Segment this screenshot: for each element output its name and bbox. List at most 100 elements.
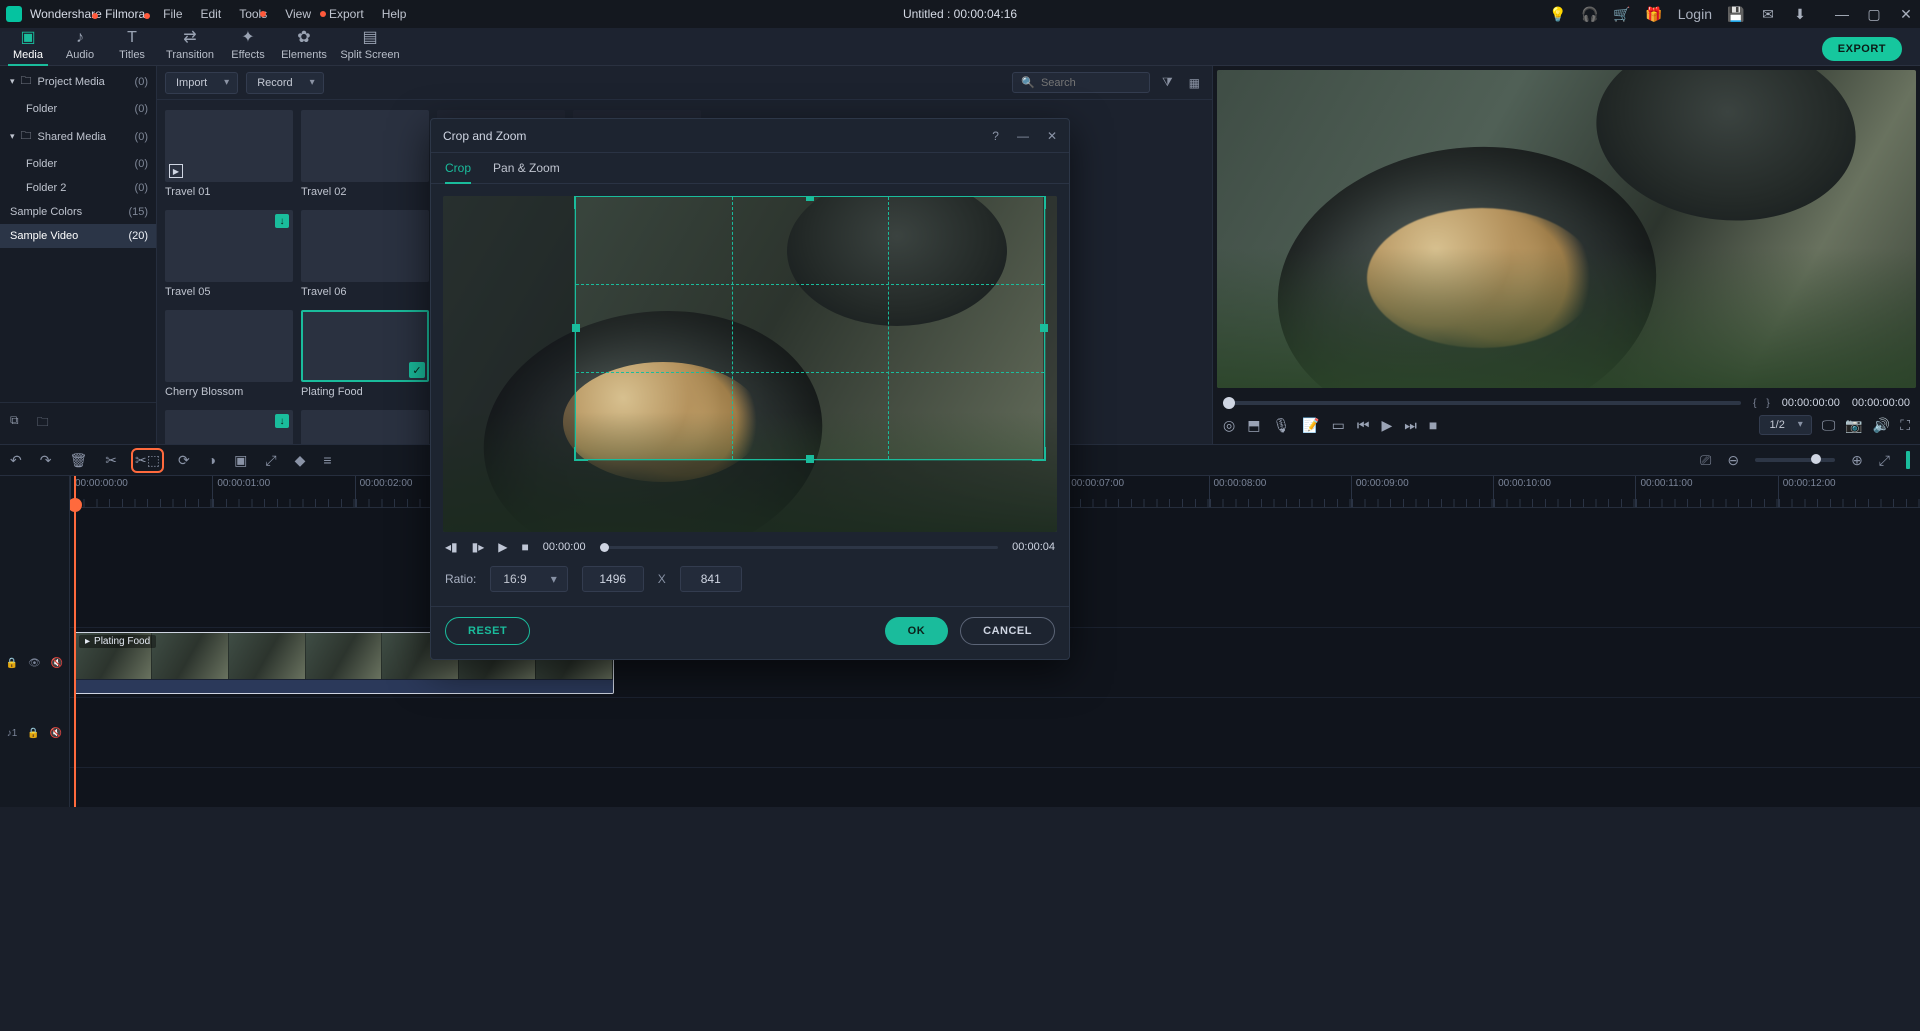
- preview-zoom-dropdown[interactable]: 1/2: [1759, 415, 1812, 435]
- audio-track[interactable]: [70, 698, 1920, 768]
- sidebar-item-project-media[interactable]: ▾🗀Project Media(0): [0, 66, 156, 97]
- tab-transition[interactable]: ⇄Transition: [158, 27, 222, 65]
- volume-icon[interactable]: 🔊: [1873, 417, 1890, 434]
- mute-icon[interactable]: 🔇: [51, 658, 63, 669]
- sidebar-item-shared-media[interactable]: ▾🗀Shared Media(0): [0, 121, 156, 152]
- help-icon[interactable]: ?: [992, 129, 999, 143]
- lock-icon[interactable]: 🔒: [6, 658, 18, 669]
- thumbnail-image[interactable]: ↓: [165, 410, 293, 444]
- crop-preview[interactable]: [443, 196, 1057, 532]
- monitor-icon[interactable]: 🖵: [1822, 417, 1836, 434]
- audio-track-header[interactable]: ♪1 🔒 🔇: [0, 698, 69, 768]
- media-thumbnail[interactable]: ↓Travel 05: [165, 210, 293, 304]
- redo-icon[interactable]: ↷: [40, 452, 52, 469]
- record-dropdown[interactable]: Record: [246, 72, 323, 94]
- crop-handle[interactable]: [806, 196, 814, 201]
- mark-out-icon[interactable]: }: [1766, 398, 1769, 409]
- boundary-icon[interactable]: ▭: [1332, 417, 1345, 434]
- mixer-icon[interactable]: ⎚: [1700, 452, 1711, 469]
- crop-scrubber[interactable]: [600, 546, 999, 549]
- tab-titles[interactable]: TTitles: [106, 29, 158, 65]
- thumbnail-image[interactable]: [165, 310, 293, 382]
- folder-plus-icon[interactable]: 🗀: [37, 413, 49, 434]
- motion-icon[interactable]: ⤢: [265, 452, 276, 469]
- color-icon[interactable]: ◑: [208, 452, 216, 468]
- crop-handle[interactable]: [806, 455, 814, 463]
- sidebar-item-folder[interactable]: Folder(0): [0, 152, 156, 176]
- preview-viewport[interactable]: [1217, 70, 1916, 388]
- media-thumbnail[interactable]: Cherry Blossom: [165, 310, 293, 404]
- step-forward-icon[interactable]: ▮▸: [472, 540, 485, 554]
- zoom-out-icon[interactable]: ⊖: [1727, 452, 1739, 469]
- search-box[interactable]: 🔍: [1012, 72, 1150, 93]
- step-back-icon[interactable]: ◂▮: [445, 540, 458, 554]
- expand-icon[interactable]: ⛶: [1900, 417, 1910, 434]
- tab-effects[interactable]: ✦Effects: [222, 27, 274, 65]
- crop-height-input[interactable]: 841: [680, 566, 742, 592]
- media-thumbnail[interactable]: Travel 06: [301, 210, 429, 304]
- play-icon[interactable]: ▶: [1382, 417, 1393, 434]
- delete-icon[interactable]: 🗑: [69, 452, 87, 469]
- media-thumbnail[interactable]: ▶Travel 01: [165, 110, 293, 204]
- sidebar-item-folder-2[interactable]: Folder 2(0): [0, 176, 156, 200]
- tab-media[interactable]: ▣Media: [2, 27, 54, 65]
- new-folder-icon[interactable]: ⧉: [10, 413, 19, 434]
- voiceover-icon[interactable]: 🎙: [1272, 417, 1290, 434]
- tab-split-screen[interactable]: ▤Split Screen: [334, 27, 406, 65]
- thumbnail-image[interactable]: [301, 410, 429, 444]
- tab-crop[interactable]: Crop: [445, 161, 471, 183]
- mail-icon[interactable]: ✉: [1760, 6, 1776, 22]
- tab-elements[interactable]: ✿Elements: [274, 27, 334, 65]
- import-dropdown[interactable]: Import: [165, 72, 238, 94]
- media-thumbnail[interactable]: ✓Plating Food: [301, 310, 429, 404]
- video-track-header[interactable]: 🔒 👁 🔇: [0, 628, 69, 698]
- crop-width-input[interactable]: 1496: [582, 566, 644, 592]
- zoom-in-icon[interactable]: ⊕: [1851, 452, 1863, 469]
- sidebar-item-sample-colors[interactable]: Sample Colors(15): [0, 200, 156, 224]
- tab-pan-zoom[interactable]: Pan & Zoom: [493, 161, 560, 183]
- play-icon[interactable]: ▶: [498, 540, 507, 554]
- export-button[interactable]: EXPORT: [1822, 37, 1902, 61]
- idea-icon[interactable]: 💡: [1550, 6, 1566, 22]
- media-thumbnail[interactable]: ↓: [165, 410, 293, 444]
- preview-scrubber[interactable]: [1223, 401, 1741, 405]
- reset-button[interactable]: RESET: [445, 617, 530, 645]
- thumbnail-image[interactable]: [301, 210, 429, 282]
- thumbnail-image[interactable]: ↓: [165, 210, 293, 282]
- menu-export[interactable]: Export: [329, 7, 364, 21]
- crop-icon[interactable]: ✂⬚: [135, 452, 160, 469]
- auto-reframe-icon[interactable]: ◎: [1223, 417, 1235, 434]
- thumbnail-image[interactable]: ▶: [165, 110, 293, 182]
- notes-icon[interactable]: 📝: [1302, 417, 1319, 434]
- media-thumbnail[interactable]: [301, 410, 429, 444]
- download-badge-icon[interactable]: ↓: [275, 414, 289, 428]
- eye-icon[interactable]: 👁: [28, 658, 41, 669]
- stop-icon[interactable]: ■: [522, 540, 529, 554]
- zoom-fit-icon[interactable]: ⤢: [1879, 452, 1890, 469]
- marker-icon[interactable]: ⬒: [1247, 417, 1260, 434]
- sidebar-item-folder[interactable]: Folder(0): [0, 97, 156, 121]
- undo-icon[interactable]: ↶: [10, 452, 22, 469]
- save-icon[interactable]: 💾: [1728, 6, 1744, 22]
- grid-view-icon[interactable]: ▦: [1185, 76, 1204, 90]
- playhead[interactable]: [74, 476, 76, 807]
- dialog-close-icon[interactable]: ✕: [1047, 129, 1057, 143]
- tab-audio[interactable]: ♪Audio: [54, 29, 106, 65]
- menu-edit[interactable]: Edit: [201, 7, 222, 21]
- step-forward-icon[interactable]: ⏭: [1404, 417, 1417, 434]
- cancel-button[interactable]: CANCEL: [960, 617, 1055, 645]
- thumbnail-image[interactable]: [301, 110, 429, 182]
- sidebar-item-sample-video[interactable]: Sample Video(20): [0, 224, 156, 248]
- green-screen-icon[interactable]: ▣: [234, 452, 247, 469]
- cart-icon[interactable]: 🛒: [1614, 6, 1630, 22]
- gift-icon[interactable]: 🎁: [1646, 6, 1662, 22]
- window-minimize-icon[interactable]: —: [1834, 6, 1850, 22]
- step-back-icon[interactable]: ⏮: [1357, 417, 1370, 434]
- cut-icon[interactable]: ✂: [105, 452, 117, 469]
- lock-icon[interactable]: 🔒: [27, 728, 39, 739]
- ratio-dropdown[interactable]: 16:9: [490, 566, 567, 592]
- crop-rectangle[interactable]: [575, 196, 1045, 460]
- speed-icon[interactable]: ⟳: [178, 452, 190, 469]
- stop-icon[interactable]: ■: [1429, 417, 1437, 433]
- download-icon[interactable]: ⬇: [1792, 6, 1808, 22]
